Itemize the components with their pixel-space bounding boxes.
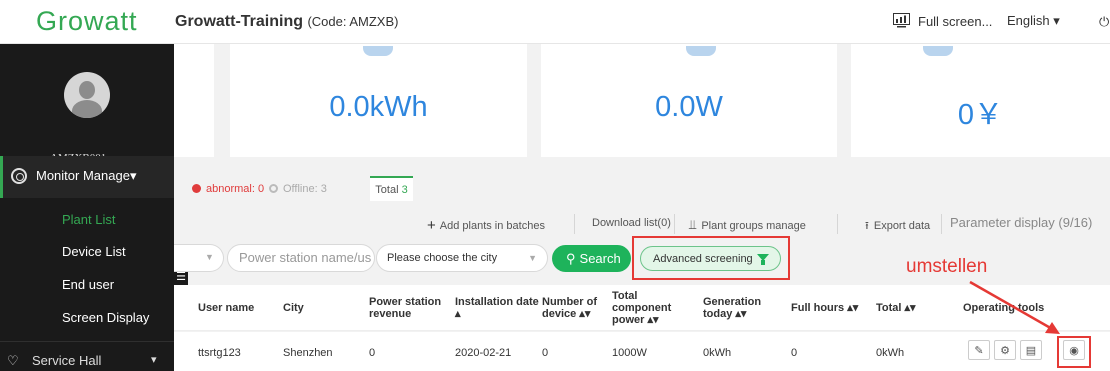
tab-total-label: Total [375, 184, 399, 196]
app-root: Growatt Growatt-Training (Code: AMZXB) F… [0, 0, 1110, 371]
chevron-down-icon: ▼ [205, 252, 214, 262]
city-select[interactable]: Please choose the city ▼ [376, 244, 548, 272]
revenue-value: 0￥ [957, 99, 1004, 131]
plant-title: Growatt-Training (Code: AMZXB) [175, 13, 398, 31]
divider [674, 214, 675, 234]
sidebar: AMZXB001 Monitor Manage▾ Plant List Devi… [0, 44, 174, 371]
edit-icon[interactable]: ✎ [968, 340, 990, 360]
fullscreen-button[interactable]: Full screen... [918, 14, 992, 29]
power-icon[interactable]: ⏻ [1099, 14, 1109, 30]
alert-icon [192, 184, 201, 193]
growatt-logo[interactable]: Growatt [36, 6, 138, 37]
annotation-highlight-view [1057, 336, 1091, 368]
divider [574, 214, 575, 234]
nav-monitor-manage[interactable]: Monitor Manage▾ [0, 156, 174, 198]
add-plants-batch-label: Add plants in batches [439, 220, 545, 232]
cell-total: 0kWh [876, 347, 905, 359]
cell-full-hours: 0 [791, 347, 798, 359]
stat-card-power: 0.0W [541, 44, 837, 157]
divider [941, 214, 942, 234]
table-header: User name City Power station revenue Ins… [174, 285, 1110, 331]
plant-groups-button[interactable]: ⫫ Plant groups manage [689, 217, 806, 233]
cell-user[interactable]: ttsrtg123 [198, 347, 241, 359]
export-icon: ⭱ [865, 220, 869, 232]
search-icon: ⚲ [566, 251, 576, 266]
col-devices[interactable]: Number of device ▴▾ [542, 296, 602, 320]
avatar-body [72, 100, 102, 118]
plant-name: Growatt-Training [175, 13, 303, 30]
tab-abnormal[interactable]: abnormal: 0 [192, 183, 264, 195]
parameter-display-button[interactable]: Parameter display (9/16) [950, 215, 1092, 230]
avatar-head [79, 81, 95, 99]
cell-component-power: 1000W [612, 347, 647, 359]
report-icon[interactable]: ▤ [1020, 340, 1042, 360]
cell-revenue: 0 [369, 347, 376, 359]
search-button-label: Search [579, 251, 621, 266]
sidebar-item-end-user[interactable]: End user [62, 277, 114, 292]
col-gen-today[interactable]: Generation today ▴▾ [703, 296, 775, 320]
cell-gen-today: 0kWh [703, 347, 732, 359]
energy-icon [363, 46, 393, 56]
col-user-name[interactable]: User name [198, 302, 254, 314]
revenue-icon [923, 46, 953, 56]
power-value: 0.0W [655, 91, 723, 123]
monitor-icon[interactable] [893, 13, 910, 28]
tab-abnormal-label: abnormal: 0 [206, 183, 265, 195]
cell-city: Shenzhen [283, 347, 333, 359]
download-list-button[interactable]: Download list(0) [592, 217, 671, 229]
status-tabs: abnormal: 0 Offline: 3 Total 3 [174, 168, 1110, 208]
action-bar: + Add plants in batches Download list(0) … [174, 208, 1110, 238]
plus-icon: + [427, 217, 436, 234]
power-icon-card [686, 46, 716, 56]
tab-total-count: 3 [401, 184, 408, 196]
stat-card-energy: 0.0kWh [230, 44, 527, 157]
annotation-highlight-advanced [632, 236, 790, 280]
col-city[interactable]: City [283, 302, 304, 314]
sidebar-item-device-list[interactable]: Device List [62, 244, 126, 259]
plant-groups-label: Plant groups manage [701, 220, 806, 232]
tab-total[interactable]: Total 3 [370, 176, 413, 201]
col-install-date[interactable]: Installation date ▴ [455, 296, 545, 320]
sidebar-item-plant-list[interactable]: Plant List [62, 212, 115, 227]
plant-code: (Code: AMZXB) [307, 14, 399, 29]
chevron-down-icon: ▼ [528, 253, 537, 263]
energy-value: 0.0kWh [329, 91, 428, 123]
monitor-manage-icon [11, 168, 27, 184]
nav-service-hall-label: Service Hall [32, 353, 102, 368]
search-button[interactable]: ⚲ Search [552, 245, 631, 272]
col-component-power[interactable]: Total component power ▴▾ [612, 290, 687, 326]
tab-offline-label: Offline: 3 [283, 183, 327, 195]
col-total[interactable]: Total ▴▾ [876, 302, 916, 314]
col-full-hours[interactable]: Full hours ▴▾ [791, 302, 858, 314]
settings-icon[interactable]: ⚙ [994, 340, 1016, 360]
sidebar-item-screen-display[interactable]: Screen Display [62, 310, 149, 325]
add-plants-batch-button[interactable]: + Add plants in batches [427, 217, 545, 234]
stat-card-partial [174, 44, 214, 157]
groups-icon: ⫫ [689, 217, 697, 232]
col-operating-tools: Operating tools [963, 302, 1045, 314]
export-data-label: Export data [873, 220, 931, 232]
nav-monitor-manage-label: Monitor Manage▾ [36, 168, 137, 183]
col-revenue[interactable]: Power station revenue [369, 296, 449, 320]
offline-icon [269, 184, 278, 193]
export-data-button[interactable]: ⭱ Export data [865, 217, 930, 236]
cell-devices: 0 [542, 347, 549, 359]
divider [837, 214, 838, 234]
top-bar: Growatt Growatt-Training (Code: AMZXB) F… [0, 0, 1110, 44]
nav-service-hall[interactable]: ♡ Service Hall ▾ [0, 341, 174, 371]
type-select[interactable]: ▼ [174, 244, 224, 272]
tab-offline[interactable]: Offline: 3 [269, 183, 327, 195]
avatar[interactable] [64, 72, 110, 118]
language-select[interactable]: English ▾ [1007, 13, 1060, 29]
cell-install-date: 2020-02-21 [455, 347, 512, 359]
city-select-label: Please choose the city [387, 252, 498, 264]
service-hall-icon: ♡ [7, 353, 19, 368]
stat-card-revenue: 0￥ [851, 44, 1110, 157]
station-name-input[interactable]: Power station name/us [227, 244, 375, 272]
chevron-down-icon: ▾ [151, 354, 157, 366]
annotation-text: umstellen [906, 256, 988, 277]
table-row[interactable]: ttsrtg123 Shenzhen 0 2020-02-21 0 1000W … [174, 332, 1110, 371]
